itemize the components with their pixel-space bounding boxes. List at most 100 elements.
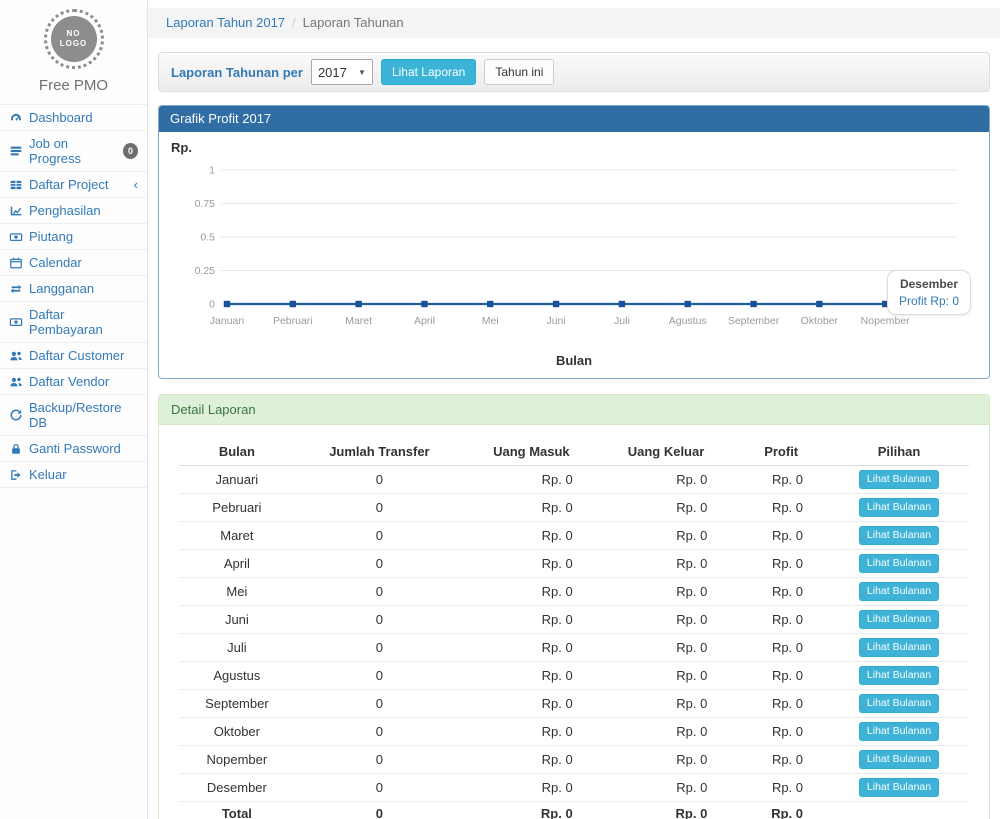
- main-content: Laporan Tahun 2017/Laporan Tahunan Lapor…: [148, 0, 1000, 819]
- users-icon: [9, 349, 23, 363]
- total-cell-uang-masuk: Rp. 0: [464, 802, 599, 819]
- no-logo-badge: NO LOGO: [44, 9, 104, 69]
- cell-jumlah-transfer: 0: [295, 494, 464, 522]
- cell-jumlah-transfer: 0: [295, 634, 464, 662]
- dashboard-icon: [9, 111, 23, 125]
- sidebar-item-job-on-progress[interactable]: Job on Progress 0: [0, 131, 147, 172]
- year-select-value: 2017: [318, 65, 347, 80]
- sidebar-item-langganan[interactable]: Langganan: [0, 276, 147, 302]
- view-report-button[interactable]: Lihat Laporan: [381, 59, 476, 85]
- sidebar-item-label: Calendar: [29, 255, 82, 270]
- cell-uang-masuk: Rp. 0: [464, 522, 599, 550]
- cell-uang-masuk: Rp. 0: [464, 774, 599, 802]
- sidebar-item-piutang[interactable]: Piutang: [0, 224, 147, 250]
- cell-bulan: April: [179, 550, 295, 578]
- cell-bulan: Januari: [179, 466, 295, 494]
- view-monthly-button-agustus[interactable]: Lihat Bulanan: [859, 666, 939, 685]
- cell-profit: Rp. 0: [733, 494, 829, 522]
- cell-uang-masuk: Rp. 0: [464, 606, 599, 634]
- sidebar-item-daftar-vendor[interactable]: Daftar Vendor: [0, 369, 147, 395]
- total-cell-bulan: Total: [179, 802, 295, 819]
- table-row-maret: Maret0Rp. 0Rp. 0Rp. 0Lihat Bulanan: [179, 522, 969, 550]
- chart-point-januari[interactable]: [224, 301, 230, 307]
- sidebar-item-ganti-password[interactable]: Ganti Password: [0, 436, 147, 462]
- profit-chart-panel: Grafik Profit 2017 Rp. 00.250.50.751Janu…: [158, 105, 990, 379]
- view-monthly-button-juli[interactable]: Lihat Bulanan: [859, 638, 939, 657]
- cell-uang-keluar: Rp. 0: [599, 718, 734, 746]
- filter-label: Laporan Tahunan per: [171, 65, 303, 80]
- sidebar-item-calendar[interactable]: Calendar: [0, 250, 147, 276]
- x-tick-label: April: [414, 315, 435, 327]
- chart-point-juni[interactable]: [553, 301, 559, 307]
- total-cell-jumlah-transfer: 0: [295, 802, 464, 819]
- view-monthly-button-desember[interactable]: Lihat Bulanan: [859, 778, 939, 797]
- chart-point-september[interactable]: [750, 301, 756, 307]
- logo: NO LOGO Free PMO: [0, 0, 147, 94]
- view-monthly-button-pebruari[interactable]: Lihat Bulanan: [859, 498, 939, 517]
- sidebar-item-daftar-pembayaran[interactable]: Daftar Pembayaran: [0, 302, 147, 343]
- cell-jumlah-transfer: 0: [295, 746, 464, 774]
- table-row-juli: Juli0Rp. 0Rp. 0Rp. 0Lihat Bulanan: [179, 634, 969, 662]
- this-year-button[interactable]: Tahun ini: [484, 59, 554, 85]
- sidebar-item-backup-restore-db[interactable]: Backup/Restore DB: [0, 395, 147, 436]
- table-row-mei: Mei0Rp. 0Rp. 0Rp. 0Lihat Bulanan: [179, 578, 969, 606]
- chart-point-agustus[interactable]: [685, 301, 691, 307]
- detail-panel-title: Detail Laporan: [159, 395, 989, 425]
- cell-jumlah-transfer: 0: [295, 662, 464, 690]
- view-monthly-button-september[interactable]: Lihat Bulanan: [859, 694, 939, 713]
- cell-uang-keluar: Rp. 0: [599, 634, 734, 662]
- x-tick-label: Juni: [546, 315, 565, 327]
- view-monthly-button-oktober[interactable]: Lihat Bulanan: [859, 722, 939, 741]
- cell-profit: Rp. 0: [733, 690, 829, 718]
- money-icon: [9, 230, 23, 244]
- view-monthly-button-januari[interactable]: Lihat Bulanan: [859, 470, 939, 489]
- y-tick-label: 0.75: [195, 198, 216, 210]
- chart-point-april[interactable]: [421, 301, 427, 307]
- cell-profit: Rp. 0: [733, 466, 829, 494]
- cell-uang-keluar: Rp. 0: [599, 466, 734, 494]
- count-badge: 0: [123, 143, 138, 159]
- refresh-icon: [9, 408, 23, 422]
- sidebar-item-penghasilan[interactable]: Penghasilan: [0, 198, 147, 224]
- sidebar-item-label: Daftar Pembayaran: [29, 307, 138, 337]
- tasks-icon: [9, 144, 23, 158]
- column-header-bulan: Bulan: [179, 438, 295, 466]
- table-row-total: Total0Rp. 0Rp. 0Rp. 0: [179, 802, 969, 819]
- cell-uang-keluar: Rp. 0: [599, 690, 734, 718]
- view-monthly-button-maret[interactable]: Lihat Bulanan: [859, 526, 939, 545]
- chart-point-maret[interactable]: [355, 301, 361, 307]
- detail-report-body: BulanJumlah TransferUang MasukUang Kelua…: [159, 425, 989, 819]
- sidebar-item-daftar-project[interactable]: Daftar Project‹: [0, 172, 147, 198]
- breadcrumb-link-laporan-tahun[interactable]: Laporan Tahun 2017: [166, 15, 285, 30]
- profit-chart-canvas[interactable]: 00.250.50.751JanuariPebruariMaretAprilMe…: [171, 158, 977, 353]
- detail-report-panel: Detail Laporan BulanJumlah TransferUang …: [158, 394, 990, 819]
- cell-uang-keluar: Rp. 0: [599, 746, 734, 774]
- view-monthly-button-april[interactable]: Lihat Bulanan: [859, 554, 939, 573]
- view-monthly-button-mei[interactable]: Lihat Bulanan: [859, 582, 939, 601]
- cell-jumlah-transfer: 0: [295, 690, 464, 718]
- chart-point-mei[interactable]: [487, 301, 493, 307]
- table-row-januari: Januari0Rp. 0Rp. 0Rp. 0Lihat Bulanan: [179, 466, 969, 494]
- chart-point-oktober[interactable]: [816, 301, 822, 307]
- sidebar-item-label: Piutang: [29, 229, 73, 244]
- view-monthly-button-nopember[interactable]: Lihat Bulanan: [859, 750, 939, 769]
- y-tick-label: 1: [209, 165, 215, 177]
- sidebar-item-daftar-customer[interactable]: Daftar Customer: [0, 343, 147, 369]
- y-tick-label: 0: [209, 299, 215, 311]
- profit-chart: Rp. 00.250.50.751JanuariPebruariMaretApr…: [159, 132, 989, 378]
- chart-point-pebruari[interactable]: [290, 301, 296, 307]
- breadcrumb-separator: /: [292, 15, 296, 30]
- view-monthly-button-juni[interactable]: Lihat Bulanan: [859, 610, 939, 629]
- year-select[interactable]: 2017 ▼: [311, 59, 373, 85]
- column-header-uang-masuk: Uang Masuk: [464, 438, 599, 466]
- cell-bulan: Oktober: [179, 718, 295, 746]
- cell-bulan: Desember: [179, 774, 295, 802]
- cell-uang-masuk: Rp. 0: [464, 634, 599, 662]
- table-row-agustus: Agustus0Rp. 0Rp. 0Rp. 0Lihat Bulanan: [179, 662, 969, 690]
- sidebar-item-dashboard[interactable]: Dashboard: [0, 105, 147, 131]
- sidebar-item-label: Job on Progress: [29, 136, 117, 166]
- chart-point-juli[interactable]: [619, 301, 625, 307]
- sidebar-item-keluar[interactable]: Keluar: [0, 462, 147, 488]
- cell-profit: Rp. 0: [733, 606, 829, 634]
- sidebar: NO LOGO Free PMO DashboardJob on Progres…: [0, 0, 148, 819]
